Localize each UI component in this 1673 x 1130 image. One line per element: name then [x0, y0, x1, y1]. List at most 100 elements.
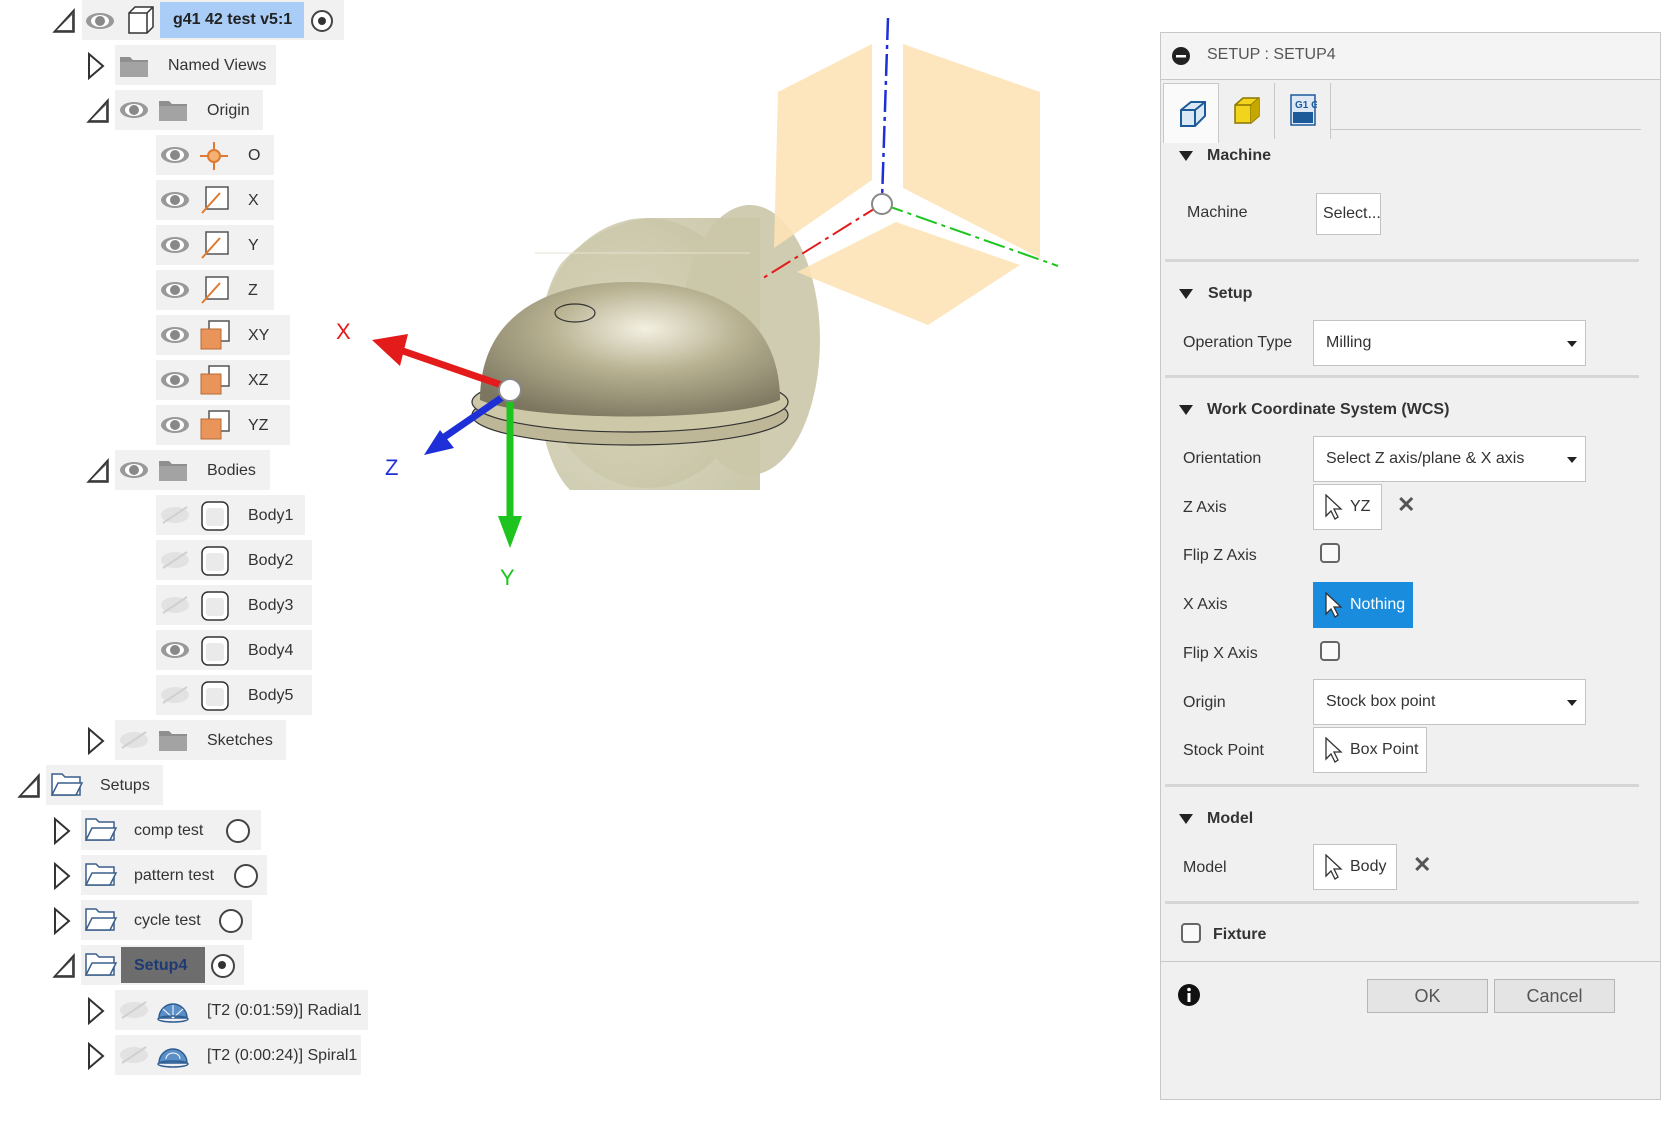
- cursor-icon: [1325, 737, 1343, 763]
- plane-icon: [200, 365, 230, 395]
- eye-icon[interactable]: [84, 11, 116, 31]
- axis-icon: [201, 231, 229, 259]
- model-label: Model: [1183, 859, 1227, 876]
- origin-label: Origin: [1183, 694, 1226, 711]
- orientation-dropdown[interactable]: Select Z axis/plane & X axis: [1313, 436, 1586, 482]
- tab-post-process[interactable]: G1 G2: [1275, 83, 1331, 139]
- setup-label[interactable]: Setup4: [134, 957, 187, 975]
- clear-model-icon[interactable]: ✕: [1413, 852, 1431, 878]
- eye-hidden-icon[interactable]: [159, 550, 191, 570]
- setup-folder-icon: [84, 818, 118, 841]
- stock-icon: [1234, 97, 1260, 124]
- fixture-checkbox[interactable]: [1181, 923, 1201, 943]
- dialog-title-bar[interactable]: SETUP : SETUP4: [1161, 33, 1660, 80]
- cancel-button[interactable]: Cancel: [1494, 979, 1615, 1013]
- eye-icon[interactable]: [159, 190, 191, 210]
- root-component-label[interactable]: g41 42 test v5:1: [173, 11, 292, 29]
- eye-hidden-icon[interactable]: [159, 505, 191, 525]
- origin-point-icon: [200, 142, 228, 170]
- activate-radio[interactable]: [226, 819, 250, 843]
- origin-item-label: O: [248, 147, 261, 164]
- z-axis-selector[interactable]: YZ: [1313, 484, 1382, 530]
- expand-triangle-icon[interactable]: [52, 817, 72, 845]
- collapse-triangle-icon[interactable]: [86, 98, 110, 124]
- wcs-section-header[interactable]: Work Coordinate System (WCS): [1207, 401, 1449, 419]
- folder-icon: [159, 731, 187, 751]
- folder-icon: [159, 101, 187, 121]
- section-collapse-icon[interactable]: [1179, 405, 1193, 415]
- expand-triangle-icon[interactable]: [86, 997, 106, 1025]
- section-collapse-icon[interactable]: [1179, 289, 1193, 299]
- body-icon: [201, 501, 229, 531]
- flip-z-axis-label: Flip Z Axis: [1183, 547, 1257, 564]
- eye-icon[interactable]: [159, 415, 191, 435]
- info-icon[interactable]: [1177, 983, 1201, 1007]
- model-selector[interactable]: Body: [1313, 844, 1397, 890]
- x-axis-selector[interactable]: Nothing: [1313, 582, 1413, 628]
- body-icon: [201, 681, 229, 711]
- collapse-triangle-icon[interactable]: [86, 458, 110, 484]
- machine-label: Machine: [1187, 204, 1248, 221]
- dropdown-arrow-icon: [1567, 457, 1577, 463]
- stock-point-selector[interactable]: Box Point: [1313, 727, 1427, 773]
- fixture-label: Fixture: [1213, 926, 1267, 943]
- eye-hidden-icon[interactable]: [118, 1045, 150, 1065]
- collapse-triangle-icon[interactable]: [52, 8, 76, 34]
- machine-section-header[interactable]: Machine: [1207, 147, 1271, 165]
- eye-icon[interactable]: [159, 640, 191, 660]
- eye-hidden-icon[interactable]: [159, 685, 191, 705]
- section-collapse-icon[interactable]: [1179, 151, 1193, 161]
- section-collapse-icon[interactable]: [1179, 814, 1193, 824]
- eye-icon[interactable]: [159, 325, 191, 345]
- expand-triangle-icon[interactable]: [52, 907, 72, 935]
- dialog-title: SETUP : SETUP4: [1207, 46, 1336, 63]
- setups-folder-label: Setups: [100, 777, 150, 794]
- post-process-icon: G1 G2: [1290, 94, 1317, 126]
- model-section-header[interactable]: Model: [1207, 810, 1253, 828]
- activate-radio[interactable]: [234, 864, 258, 888]
- origin-item-label: XZ: [248, 372, 269, 389]
- eye-hidden-icon[interactable]: [159, 595, 191, 615]
- origin-dropdown[interactable]: Stock box point: [1313, 679, 1586, 725]
- eye-icon[interactable]: [159, 235, 191, 255]
- tab-setup[interactable]: [1163, 83, 1219, 143]
- cursor-icon: [1325, 854, 1343, 880]
- plane-icon: [200, 410, 230, 440]
- body-icon: [201, 636, 229, 666]
- dropdown-arrow-icon: [1567, 700, 1577, 706]
- setup-folder-icon: [84, 953, 118, 976]
- eye-hidden-icon[interactable]: [118, 730, 150, 750]
- eye-icon[interactable]: [118, 100, 150, 120]
- operation-type-dropdown[interactable]: Milling: [1313, 320, 1586, 366]
- flip-x-axis-checkbox[interactable]: [1320, 641, 1340, 661]
- radial-toolpath-icon: [157, 1003, 189, 1023]
- operation-type-value: Milling: [1326, 334, 1372, 351]
- activate-radio[interactable]: [219, 909, 243, 933]
- post-process-icon-text: G1 G2: [1295, 100, 1317, 111]
- ok-button[interactable]: OK: [1367, 979, 1488, 1013]
- collapse-dialog-icon[interactable]: [1171, 46, 1191, 66]
- plane-icon: [200, 320, 230, 350]
- clear-z-axis-icon[interactable]: ✕: [1397, 492, 1415, 518]
- flip-z-axis-checkbox[interactable]: [1320, 543, 1340, 563]
- eye-icon[interactable]: [159, 145, 191, 165]
- eye-icon[interactable]: [159, 370, 191, 390]
- activate-radio[interactable]: [211, 954, 235, 978]
- eye-icon[interactable]: [159, 280, 191, 300]
- viewport-3d[interactable]: X Y Z: [330, 0, 1160, 640]
- expand-triangle-icon[interactable]: [52, 862, 72, 890]
- axis-label-x: X: [336, 319, 351, 344]
- machine-select-button[interactable]: Select...: [1316, 193, 1381, 235]
- collapse-triangle-icon[interactable]: [52, 953, 76, 979]
- collapse-triangle-icon[interactable]: [17, 773, 41, 799]
- expand-triangle-icon[interactable]: [86, 52, 106, 80]
- eye-icon[interactable]: [118, 460, 150, 480]
- operation-label: [T2 (0:00:24)] Spiral1: [207, 1047, 358, 1064]
- tab-stock[interactable]: [1219, 83, 1275, 139]
- expand-triangle-icon[interactable]: [86, 1042, 106, 1070]
- setup-section-header[interactable]: Setup: [1208, 285, 1252, 303]
- expand-triangle-icon[interactable]: [86, 727, 106, 755]
- section-divider: [1165, 259, 1639, 262]
- eye-hidden-icon[interactable]: [118, 1000, 150, 1020]
- z-axis-label: Z Axis: [1183, 499, 1227, 516]
